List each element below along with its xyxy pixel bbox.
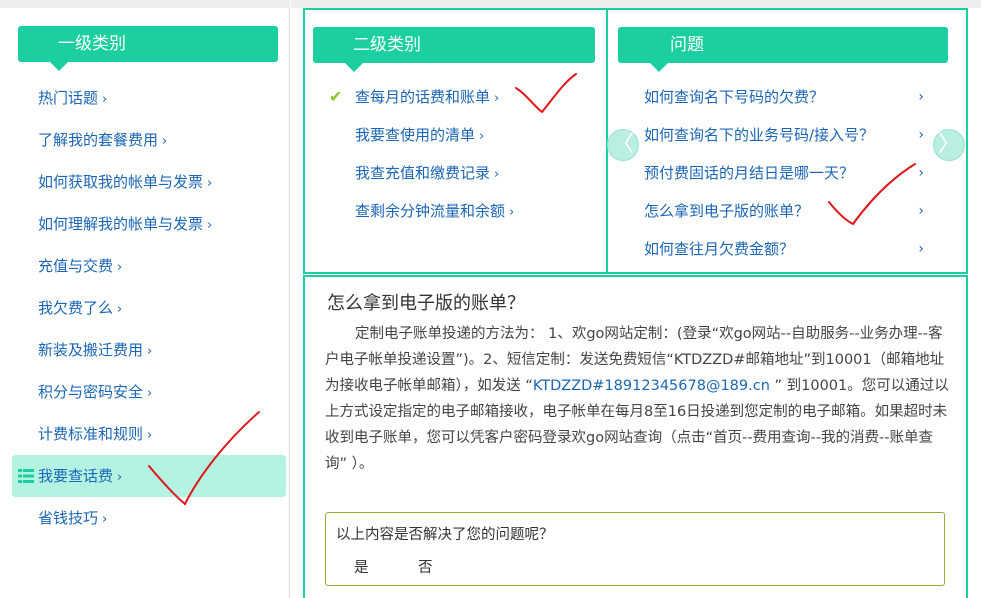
answer-panel: 怎么拿到电子版的账单？ 定制电子账单投递的方法为： 1、欢go网站定制：(登录“… (303, 275, 968, 598)
secondary-category-heading-text: 二级类别 (353, 35, 421, 55)
question-item-label: 怎么拿到电子版的账单？ (644, 202, 810, 220)
questions-panel: 问题 如何查询名下号码的欠费？ › 如何查询名下的业务号码/接入号？ › 预付费固话… (606, 8, 968, 274)
question-item-label: 预付费固话的月结日是哪一天？ (644, 164, 855, 182)
chevron-right-icon: › (117, 470, 123, 485)
chevron-right-icon: › (102, 512, 108, 527)
red-check-annotation (515, 73, 577, 114)
sidebar-item-label: 如何获取我的帐单与发票 (38, 173, 204, 191)
sidebar-item-install-move-fees[interactable]: 新装及搬迁费用 › (12, 329, 286, 371)
chevron-right-icon: › (147, 344, 153, 359)
questions-heading: 问题 (618, 27, 948, 72)
secondary-category-panel: 二级类别 ✔ 查每月的话费和账单 › 我要查使用的清单 › 我查充值和缴费记录 › 查剩… (303, 8, 608, 274)
top-gray-band (291, 0, 981, 8)
feedback-question: 以上内容是否解决了您的问题呢？ (336, 527, 554, 543)
sidebar-item-recharge-payment[interactable]: 充值与交费 › (12, 245, 286, 287)
secondary-item-recharge-records[interactable]: 我查充值和缴费记录 › (355, 154, 514, 192)
primary-category-heading-text: 一级类别 (58, 34, 126, 54)
sidebar-item-label: 积分与密码安全 (38, 383, 144, 401)
sidebar-item-label: 充值与交费 (38, 257, 114, 275)
chevron-right-icon: › (918, 127, 924, 143)
answer-body: 定制电子账单投递的方法为： 1、欢go网站定制：(登录“欢go网站--自助服务-… (325, 321, 949, 477)
sidebar-item-label: 了解我的套餐费用 (38, 131, 159, 149)
sidebar-item-understand-bill-invoice[interactable]: 如何理解我的帐单与发票 › (12, 203, 286, 245)
chevron-right-icon: 〉 (937, 132, 960, 157)
chevron-right-icon: › (207, 218, 213, 233)
prev-arrow-button[interactable]: 〈 (607, 129, 639, 161)
list-icon (18, 469, 34, 483)
question-item-label: 如何查询名下号码的欠费？ (644, 88, 825, 106)
question-item-label: 如何查询名下的业务号码/接入号？ (644, 126, 875, 144)
sidebar-item-hot-topics[interactable]: 热门话题 › (12, 77, 286, 119)
chevron-right-icon: › (102, 92, 108, 107)
chevron-right-icon: › (479, 129, 485, 144)
sidebar-item-label: 省钱技巧 (38, 509, 99, 527)
sidebar-item-get-bill-invoice[interactable]: 如何获取我的帐单与发票 › (12, 161, 286, 203)
red-check-annotation (148, 411, 260, 506)
red-check-annotation (828, 163, 916, 226)
sidebar-top-band (0, 0, 290, 8)
feedback-yes-button[interactable]: 是 (354, 556, 369, 577)
question-item[interactable]: 如何查询名下号码的欠费？ › (644, 78, 924, 116)
sidebar-item-label: 我要查话费 (38, 467, 114, 485)
question-item[interactable]: 如何查询名下的业务号码/接入号？ › (644, 116, 924, 154)
question-item-label: 如何查往月欠费金额？ (644, 240, 795, 258)
chevron-right-icon: › (117, 260, 123, 275)
secondary-item-monthly-bill[interactable]: ✔ 查每月的话费和账单 › (329, 78, 514, 116)
chevron-right-icon: › (494, 167, 500, 182)
chevron-right-icon: › (494, 91, 500, 106)
secondary-item-label: 查剩余分钟流量和余额 (355, 202, 506, 220)
secondary-category-list: ✔ 查每月的话费和账单 › 我要查使用的清单 › 我查充值和缴费记录 › 查剩余分钟流量… (329, 78, 514, 230)
question-item[interactable]: 如何查往月欠费金额？ › (644, 230, 924, 268)
checkmark-icon: ✔ (329, 87, 343, 106)
sidebar-item-label: 如何理解我的帐单与发票 (38, 215, 204, 233)
next-arrow-button[interactable]: 〉 (933, 129, 965, 161)
feedback-box: 以上内容是否解决了您的问题呢？ 是 否 (325, 512, 945, 586)
secondary-item-label: 查每月的话费和账单 (355, 88, 491, 106)
sms-command-text: KTDZZD#18912345678@189.cn (532, 378, 770, 394)
primary-category-heading: 一级类别 (18, 26, 278, 71)
sidebar-item-label: 热门话题 (38, 89, 99, 107)
sidebar-item-points-password[interactable]: 积分与密码安全 › (12, 371, 286, 413)
sidebar-item-arrears[interactable]: 我欠费了么 › (12, 287, 286, 329)
primary-category-sidebar: 一级类别 热门话题 › 了解我的套餐费用 › 如何获取我的帐单与发票 › 如何理解我的… (0, 0, 290, 598)
chevron-right-icon: › (509, 205, 515, 220)
secondary-category-heading: 二级类别 (313, 27, 595, 72)
chevron-left-icon: 〈 (611, 132, 634, 157)
secondary-item-usage-list[interactable]: 我要查使用的清单 › (355, 116, 514, 154)
answer-title: 怎么拿到电子版的账单？ (327, 293, 525, 314)
secondary-item-label: 我查充值和缴费记录 (355, 164, 491, 182)
feedback-no-button[interactable]: 否 (418, 556, 433, 577)
chevron-right-icon: › (207, 176, 213, 191)
chevron-right-icon: › (918, 241, 924, 257)
gutter (291, 8, 303, 598)
chevron-right-icon: › (162, 134, 168, 149)
sidebar-item-label: 计费标准和规则 (38, 425, 144, 443)
chevron-right-icon: › (147, 386, 153, 401)
chevron-right-icon: › (918, 89, 924, 105)
chevron-right-icon: › (117, 302, 123, 317)
secondary-item-remaining-balance[interactable]: 查剩余分钟流量和余额 › (355, 192, 514, 230)
questions-heading-text: 问题 (670, 35, 704, 55)
sidebar-item-label: 新装及搬迁费用 (38, 341, 144, 359)
sidebar-item-package-fees[interactable]: 了解我的套餐费用 › (12, 119, 286, 161)
secondary-item-label: 我要查使用的清单 (355, 126, 476, 144)
sidebar-item-label: 我欠费了么 (38, 299, 114, 317)
